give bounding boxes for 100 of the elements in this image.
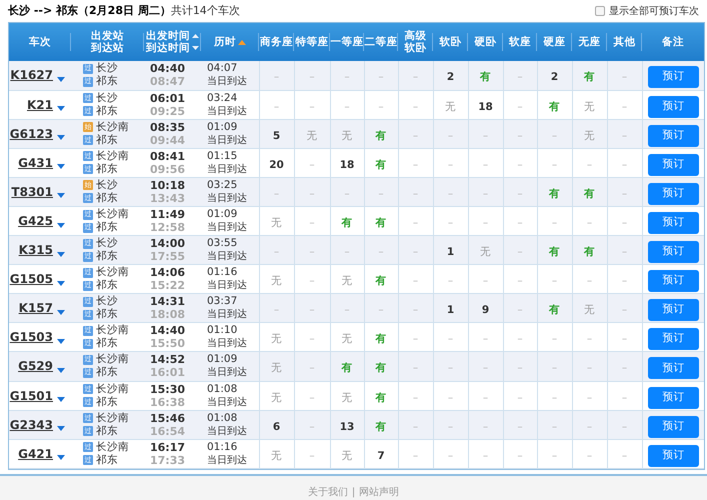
caret-icon[interactable] — [57, 135, 65, 140]
sort-arrows-icon[interactable] — [192, 32, 199, 52]
book-button[interactable]: 预订 — [648, 212, 699, 234]
seat-availability: – — [344, 304, 350, 316]
book-button[interactable]: 预订 — [648, 154, 699, 176]
seat-availability: – — [517, 333, 523, 346]
book-button[interactable]: 预订 — [648, 386, 699, 409]
seat-availability: – — [448, 450, 454, 462]
seat-availability: – — [448, 158, 454, 171]
caret-icon[interactable] — [57, 397, 65, 402]
train-number-link[interactable]: G529 — [18, 357, 53, 376]
book-button[interactable]: 预订 — [648, 416, 699, 438]
column-header: 高级 软卧 — [404, 30, 426, 54]
station-name: 祁东 — [96, 454, 118, 467]
column-header: 其他 — [614, 36, 636, 48]
seat-availability: – — [517, 392, 523, 404]
arrival-note: 当日到达 — [207, 279, 248, 292]
arrival-time: 15:22 — [150, 279, 186, 292]
seat-availability: 有 — [376, 130, 386, 142]
seat-availability: 无 — [342, 392, 352, 404]
station-name: 长沙南 — [96, 382, 129, 396]
train-number-link[interactable]: G421 — [18, 444, 53, 463]
caret-icon[interactable] — [57, 426, 65, 432]
station-name: 祁东 — [96, 104, 118, 118]
train-number-link[interactable]: G6123 — [10, 124, 53, 143]
arrival-note: 当日到达 — [207, 104, 248, 118]
train-number-link[interactable]: G431 — [18, 154, 53, 172]
caret-icon[interactable] — [57, 76, 65, 82]
book-button[interactable]: 预订 — [648, 270, 699, 292]
caret-icon[interactable] — [57, 310, 65, 315]
seat-availability: – — [552, 333, 558, 346]
book-button[interactable]: 预订 — [648, 241, 699, 264]
seat-availability: – — [517, 420, 523, 433]
seat-availability: – — [622, 420, 628, 433]
book-button[interactable]: 预订 — [648, 182, 699, 205]
train-number-link[interactable]: G425 — [18, 212, 53, 230]
seat-availability: – — [309, 420, 315, 433]
seat-availability: – — [274, 246, 280, 258]
arrival-note: 当日到达 — [207, 366, 248, 380]
departure-time: 14:00 — [150, 237, 186, 250]
station-name: 祁东 — [96, 75, 118, 88]
seat-availability: 无 — [342, 275, 352, 288]
seat-availability: 无 — [271, 450, 282, 462]
seat-availability: – — [448, 392, 454, 404]
train-number-link[interactable]: K315 — [18, 241, 53, 260]
caret-icon[interactable] — [57, 368, 65, 373]
seat-availability: – — [309, 392, 315, 404]
footer-link[interactable]: 关于我们 — [308, 486, 348, 499]
train-number-link[interactable]: G1503 — [10, 328, 53, 346]
train-number-link[interactable]: K157 — [18, 299, 53, 318]
seat-availability: 有 — [342, 362, 352, 374]
book-button[interactable]: 预订 — [648, 124, 699, 147]
checkbox[interactable] — [595, 6, 605, 16]
book-button[interactable]: 预订 — [648, 328, 699, 350]
book-button[interactable]: 预订 — [648, 299, 699, 322]
departure-time: 14:06 — [150, 266, 186, 280]
caret-icon[interactable] — [57, 164, 65, 170]
train-number-link[interactable]: G2343 — [10, 416, 53, 434]
station-name: 祁东 — [96, 162, 118, 176]
train-number-link[interactable]: T8301 — [11, 182, 53, 201]
seat-availability: – — [517, 71, 523, 84]
seat-availability: – — [482, 392, 488, 404]
train-number-link[interactable]: G1505 — [10, 270, 53, 288]
seat-availability: – — [309, 246, 315, 258]
arrival-time: 16:01 — [150, 366, 186, 380]
column-header: 出发站 到达站 — [91, 30, 124, 54]
station-name: 祁东 — [96, 279, 118, 292]
seat-availability: – — [309, 158, 315, 171]
seat-availability: – — [517, 188, 523, 200]
seat-availability: – — [586, 275, 592, 288]
seat-availability: – — [448, 130, 454, 142]
column-header: 软卧 — [440, 36, 462, 48]
train-number-link[interactable]: G1501 — [10, 386, 53, 405]
caret-icon[interactable] — [57, 222, 65, 228]
station-name: 祁东 — [96, 396, 118, 409]
seat-availability: – — [412, 158, 418, 171]
seat-availability: 有 — [376, 362, 386, 374]
caret-icon[interactable] — [57, 193, 65, 198]
train-number-link[interactable]: K21 — [27, 96, 53, 114]
seat-availability: – — [309, 304, 315, 316]
seat-availability: – — [622, 100, 628, 113]
footer-link[interactable]: 网站声明 — [359, 486, 400, 499]
caret-icon[interactable] — [57, 252, 65, 257]
caret-icon[interactable] — [57, 106, 65, 112]
book-button[interactable]: 预订 — [648, 357, 699, 380]
caret-icon[interactable] — [57, 338, 65, 344]
book-button[interactable]: 预订 — [648, 66, 699, 88]
seat-availability: – — [517, 217, 523, 230]
train-number-link[interactable]: K1627 — [10, 66, 53, 84]
seat-availability: 无 — [584, 130, 595, 142]
book-button[interactable]: 预订 — [648, 96, 699, 118]
seat-availability: – — [412, 304, 418, 316]
caret-icon[interactable] — [57, 280, 65, 286]
seat-availability: 无 — [584, 304, 595, 316]
caret-icon[interactable] — [57, 455, 65, 460]
seat-availability: – — [309, 362, 315, 374]
seat-availability: 无 — [271, 333, 282, 346]
seat-availability: – — [412, 71, 418, 84]
arrival-time: 13:43 — [150, 192, 186, 205]
book-button[interactable]: 预订 — [648, 444, 699, 467]
